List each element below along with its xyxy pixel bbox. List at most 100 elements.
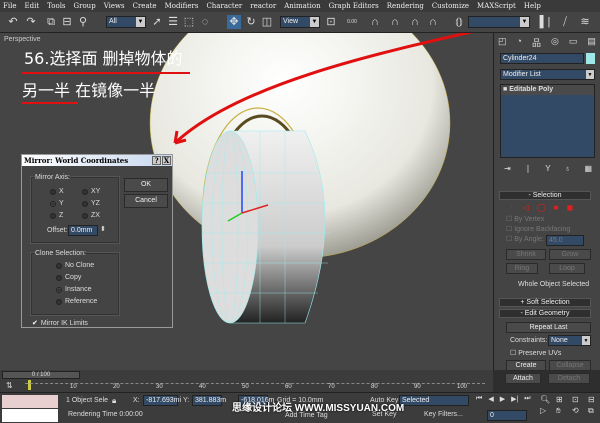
current-frame-input[interactable]: 0 xyxy=(487,410,527,421)
dialog-title-bar[interactable]: Mirror: World Coordinates ? X xyxy=(22,155,172,166)
window-crossing-icon[interactable]: ◌ xyxy=(198,15,212,29)
pan-icon[interactable]: ✋︎ xyxy=(556,406,570,416)
menu-character[interactable]: Character xyxy=(206,2,242,10)
bind-space-warp-icon[interactable]: ⚲ xyxy=(76,15,90,29)
zoom-icon[interactable]: 🔍︎ xyxy=(540,395,554,404)
previous-frame-icon[interactable]: ◀ xyxy=(488,395,493,403)
select-and-move-icon[interactable]: ✥ xyxy=(227,15,241,29)
spinner-snap-toggle-icon[interactable]: ∩ xyxy=(426,15,440,29)
select-and-scale-icon[interactable]: ◫ xyxy=(260,15,274,29)
align-icon[interactable]: ⧸ xyxy=(558,15,572,29)
create-tab-icon[interactable]: ◰ xyxy=(498,36,507,49)
by-angle-checkbox[interactable]: ☐ By Angle: xyxy=(506,235,544,243)
redo-icon[interactable]: ↷ xyxy=(24,15,38,29)
modify-tab-icon[interactable]: ◔ xyxy=(517,36,522,49)
radio-copy[interactable]: Copy xyxy=(56,274,81,281)
zoom-extents-all-icon[interactable]: ⊟ xyxy=(588,395,600,404)
zoom-all-icon[interactable]: ⊞ xyxy=(556,395,570,404)
remove-modifier-icon[interactable]: ♁ xyxy=(565,164,571,173)
shrink-button[interactable]: Shrink xyxy=(506,249,546,260)
go-to-end-icon[interactable]: ⏭ xyxy=(524,395,530,403)
create-button[interactable]: Create xyxy=(506,360,546,371)
border-icon[interactable]: ◯ xyxy=(537,203,546,212)
help-button[interactable]: ? xyxy=(152,156,161,165)
polygon-icon[interactable]: ■ xyxy=(554,203,559,212)
go-to-start-icon[interactable]: ⏮ xyxy=(476,395,482,403)
rectangular-selection-icon[interactable]: ⬚ xyxy=(182,15,196,29)
layer-manager-icon[interactable]: ≋ xyxy=(578,15,592,29)
object-name-input[interactable]: Cylinder24 xyxy=(500,53,584,64)
vertex-icon[interactable]: ⁖ xyxy=(510,203,515,212)
close-button[interactable]: X xyxy=(162,156,171,165)
utilities-tab-icon[interactable]: ▤ xyxy=(587,36,596,49)
display-tab-icon[interactable]: ▭ xyxy=(569,36,578,49)
menu-graph-editors[interactable]: Graph Editors xyxy=(329,2,379,10)
menu-customize[interactable]: Customize xyxy=(432,2,469,10)
radio-yz[interactable]: YZ xyxy=(82,200,100,207)
radio-y[interactable]: Y xyxy=(50,200,64,207)
angle-input[interactable]: 45.0 xyxy=(546,235,584,246)
undo-icon[interactable]: ↶ xyxy=(6,15,20,29)
menu-animation[interactable]: Animation xyxy=(284,2,320,10)
named-selection-icon[interactable]: ⦅⦆ xyxy=(452,15,466,29)
element-icon[interactable]: ◼ xyxy=(567,203,574,212)
field-of-view-icon[interactable]: ▷ xyxy=(540,406,554,416)
play-icon[interactable]: ▶ xyxy=(500,395,505,403)
percent-snap-icon[interactable]: ∩ xyxy=(408,15,422,29)
select-and-rotate-icon[interactable]: ↻ xyxy=(244,15,258,29)
motion-tab-icon[interactable]: ◎ xyxy=(551,36,559,49)
hierarchy-tab-icon[interactable]: 品 xyxy=(532,36,541,49)
pin-stack-icon[interactable]: ⇥ xyxy=(504,164,511,173)
key-filters-button[interactable]: Key Filters... xyxy=(424,411,463,418)
maxscript-output[interactable] xyxy=(2,409,58,422)
link-icon[interactable]: ⧉ xyxy=(44,15,58,29)
preserve-uvs-checkbox[interactable]: ☐ Preserve UVs xyxy=(510,349,561,357)
select-object-icon[interactable]: ➚ xyxy=(150,15,164,29)
configure-sets-icon[interactable]: ▦ xyxy=(584,164,592,173)
key-mode-dropdown[interactable]: Selected xyxy=(399,395,469,406)
radio-x[interactable]: X xyxy=(50,188,64,195)
maximize-viewport-icon[interactable]: ⧉ xyxy=(588,406,600,416)
menu-tools[interactable]: Tools xyxy=(47,2,65,10)
zoom-extents-icon[interactable]: ⊡ xyxy=(572,395,586,404)
edit-geometry-rollout[interactable]: - Edit Geometry xyxy=(499,309,591,318)
ignore-backfacing-checkbox[interactable]: ☐ Ignore Backfacing xyxy=(506,225,570,233)
mirror-icon[interactable]: ▌|◖ xyxy=(538,15,552,42)
radio-reference[interactable]: Reference xyxy=(56,298,97,305)
menu-create[interactable]: Create xyxy=(133,2,157,10)
selection-rollout[interactable]: - Selection xyxy=(499,191,591,200)
named-selection-sets-dropdown[interactable]: ▼ xyxy=(468,16,530,28)
object-color-swatch[interactable] xyxy=(586,53,595,64)
select-by-name-icon[interactable]: ☰ xyxy=(166,15,180,29)
ring-button[interactable]: Ring xyxy=(506,263,538,274)
radio-xy[interactable]: XY xyxy=(82,188,100,195)
grow-button[interactable]: Grow xyxy=(549,249,591,260)
maxscript-listener[interactable] xyxy=(2,395,58,408)
repeat-last-button[interactable]: Repeat Last xyxy=(506,322,591,333)
menu-rendering[interactable]: Rendering xyxy=(387,2,424,10)
detach-button[interactable]: Detach xyxy=(548,373,590,384)
ok-button[interactable]: OK xyxy=(124,178,168,192)
radio-instance[interactable]: Instance xyxy=(56,286,91,293)
soft-selection-rollout[interactable]: + Soft Selection xyxy=(499,298,591,307)
menu-file[interactable]: File xyxy=(3,2,16,10)
radio-zx[interactable]: ZX xyxy=(82,212,100,219)
by-vertex-checkbox[interactable]: ☐ By Vertex xyxy=(506,215,544,223)
offset-spinner[interactable]: ⬍ xyxy=(100,225,106,233)
spinner-snap-icon[interactable]: 0.00 xyxy=(345,15,359,29)
radio-z[interactable]: Z xyxy=(50,212,63,219)
lock-icon[interactable]: 🔒︎ xyxy=(112,396,116,406)
arc-rotate-icon[interactable]: ⟲ xyxy=(572,406,586,416)
unlink-icon[interactable]: ⊟ xyxy=(60,15,74,29)
next-frame-icon[interactable]: ▶| xyxy=(511,395,518,403)
attach-button[interactable]: Attach xyxy=(505,373,541,384)
time-slider[interactable]: 0 / 100 xyxy=(2,371,80,379)
collapse-button[interactable]: Collapse xyxy=(549,360,591,371)
make-unique-icon[interactable]: Y xyxy=(545,164,550,173)
menu-edit[interactable]: Edit xyxy=(24,2,39,10)
radio-no-clone[interactable]: No Clone xyxy=(56,262,94,269)
show-end-result-icon[interactable]: ❘ xyxy=(525,164,532,173)
use-pivot-center-icon[interactable]: ⊡ xyxy=(324,15,338,29)
x-coordinate-input[interactable]: -817.693mi xyxy=(143,395,181,406)
menu-views[interactable]: Views xyxy=(104,2,125,10)
